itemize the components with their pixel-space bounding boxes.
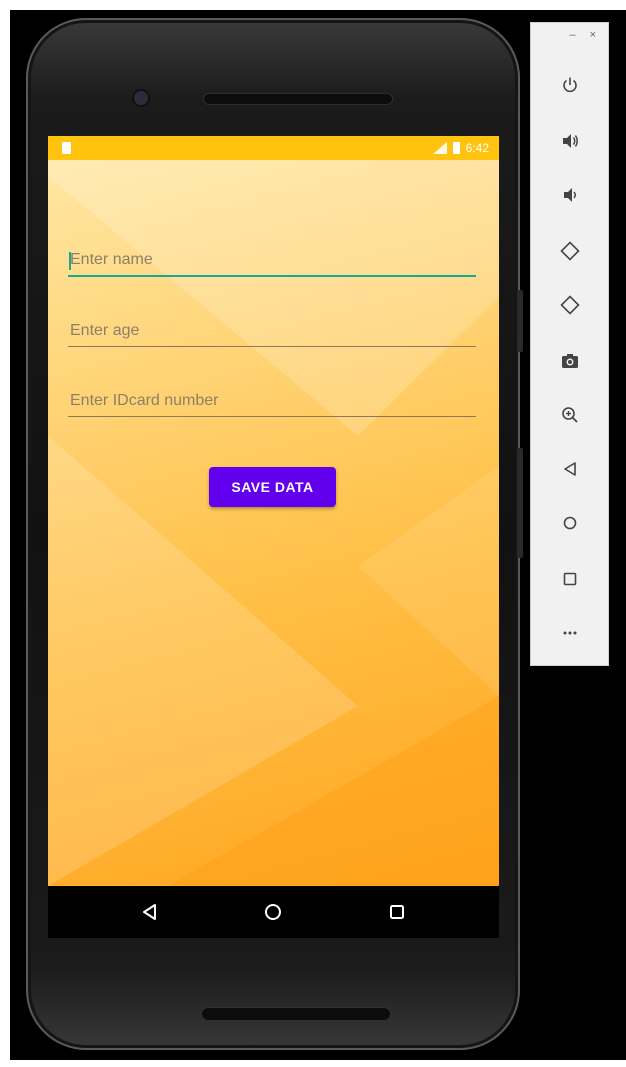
front-camera: [134, 91, 148, 105]
nav-back-button[interactable]: [130, 892, 170, 932]
volume-up-icon: [563, 134, 578, 148]
home-icon: [563, 516, 577, 530]
idcard-placeholder: Enter IDcard number: [70, 392, 219, 409]
recents-icon: [390, 905, 405, 919]
zoom-icon: [562, 407, 578, 423]
app-screen: 6:42 Enter name Enter age Enter IDcard n…: [48, 136, 499, 886]
window-controls: – ×: [531, 29, 610, 49]
form-container: Enter name Enter age Enter IDcard number…: [48, 136, 499, 886]
age-input[interactable]: Enter age: [68, 312, 476, 347]
more-button[interactable]: [550, 613, 590, 653]
screenshot-button[interactable]: [550, 341, 590, 381]
volume-down-icon: [564, 188, 576, 202]
name-placeholder: Enter name: [70, 251, 153, 268]
rotate-right-icon: [560, 295, 580, 315]
idcard-input[interactable]: Enter IDcard number: [68, 382, 476, 417]
back-icon: [564, 462, 576, 476]
zoom-button[interactable]: [550, 395, 590, 435]
emulator-toolbar: – ×: [530, 22, 609, 666]
power-side-button[interactable]: [517, 290, 523, 352]
rotate-right-button[interactable]: [550, 285, 590, 325]
home-button[interactable]: [550, 503, 590, 543]
power-button[interactable]: [550, 65, 590, 105]
camera-icon: [562, 354, 578, 368]
minimize-button[interactable]: –: [569, 29, 575, 49]
nav-home-button[interactable]: [253, 892, 293, 932]
top-speaker: [204, 94, 392, 104]
power-icon: [563, 77, 577, 93]
bottom-speaker: [202, 1008, 390, 1020]
volume-down-button[interactable]: [550, 175, 590, 215]
overview-button[interactable]: [550, 559, 590, 599]
home-icon: [265, 904, 282, 920]
nav-recents-button[interactable]: [377, 892, 417, 932]
volume-side-button[interactable]: [517, 448, 523, 558]
back-button[interactable]: [550, 449, 590, 489]
volume-up-button[interactable]: [550, 121, 590, 161]
save-data-button[interactable]: SAVE DATA: [209, 467, 336, 507]
rotate-left-icon: [560, 241, 580, 261]
back-icon: [142, 904, 156, 920]
age-placeholder: Enter age: [70, 322, 140, 339]
navigation-bar: [48, 886, 499, 938]
more-icon: [563, 631, 577, 635]
rotate-left-button[interactable]: [550, 231, 590, 271]
name-input[interactable]: Enter name: [68, 241, 476, 277]
close-button[interactable]: ×: [590, 29, 596, 49]
overview-icon: [563, 572, 577, 586]
